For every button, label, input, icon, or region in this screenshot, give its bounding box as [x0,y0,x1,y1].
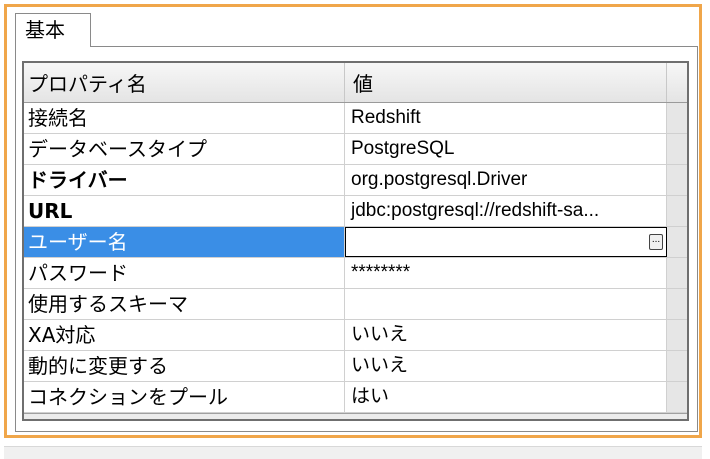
tab-panel: プロパティ名 値 接続名 Redshift データベースタイプ PostgreS… [15,46,698,432]
row-extra-cell [667,289,687,319]
row-xa-support[interactable]: XA対応 いいえ [24,320,687,351]
property-name: 動的に変更する [24,351,345,381]
property-value[interactable]: PostgreSQL [345,134,667,164]
property-name: 接続名 [24,103,345,133]
status-strip [4,446,702,459]
row-extra-cell [667,351,687,381]
grid-header: プロパティ名 値 [24,63,687,103]
row-connection-name[interactable]: 接続名 Redshift [24,103,687,134]
property-value[interactable]: いいえ [345,351,667,381]
row-user-name[interactable]: ユーザー名 ... [24,227,687,258]
property-value[interactable]: いいえ [345,320,667,350]
property-name: パスワード [24,258,345,288]
column-header-extra [667,63,687,102]
property-name: 使用するスキーマ [24,289,345,319]
row-connection-pool[interactable]: コネクションをプール はい [24,382,687,413]
row-database-type[interactable]: データベースタイプ PostgreSQL [24,134,687,165]
column-header-value[interactable]: 値 [345,63,667,102]
properties-frame: 基本 プロパティ名 値 接続名 Redshift データベースタイプ Postg… [4,4,702,438]
row-extra-cell [667,165,687,195]
property-value[interactable]: ******** [345,258,667,288]
property-name: コネクションをプール [24,382,345,412]
row-schema[interactable]: 使用するスキーマ [24,289,687,320]
column-header-property-name[interactable]: プロパティ名 [24,63,345,102]
row-extra-cell [667,227,687,257]
property-value[interactable]: jdbc:postgresql://redshift-sa... [345,196,667,226]
row-extra-cell [667,103,687,133]
row-driver[interactable]: ドライバー org.postgresql.Driver [24,165,687,196]
property-name: ドライバー [24,165,345,195]
property-name: ユーザー名 [24,227,345,257]
property-value[interactable]: はい [345,382,667,412]
user-name-input[interactable]: ... [345,227,667,257]
row-dynamic-change[interactable]: 動的に変更する いいえ [24,351,687,382]
property-value[interactable] [345,289,667,319]
row-extra-cell [667,320,687,350]
grid-bottom-edge [24,413,687,419]
property-name: URL [24,196,345,226]
ellipsis-button[interactable]: ... [649,234,663,250]
row-extra-cell [667,258,687,288]
row-extra-cell [667,382,687,412]
tab-basic[interactable]: 基本 [15,13,91,47]
property-value[interactable]: org.postgresql.Driver [345,165,667,195]
row-extra-cell [667,196,687,226]
row-extra-cell [667,134,687,164]
property-name: XA対応 [24,320,345,350]
row-url[interactable]: URL jdbc:postgresql://redshift-sa... [24,196,687,227]
property-grid: プロパティ名 値 接続名 Redshift データベースタイプ PostgreS… [22,61,689,421]
property-name: データベースタイプ [24,134,345,164]
property-value[interactable]: Redshift [345,103,667,133]
row-password[interactable]: パスワード ******** [24,258,687,289]
